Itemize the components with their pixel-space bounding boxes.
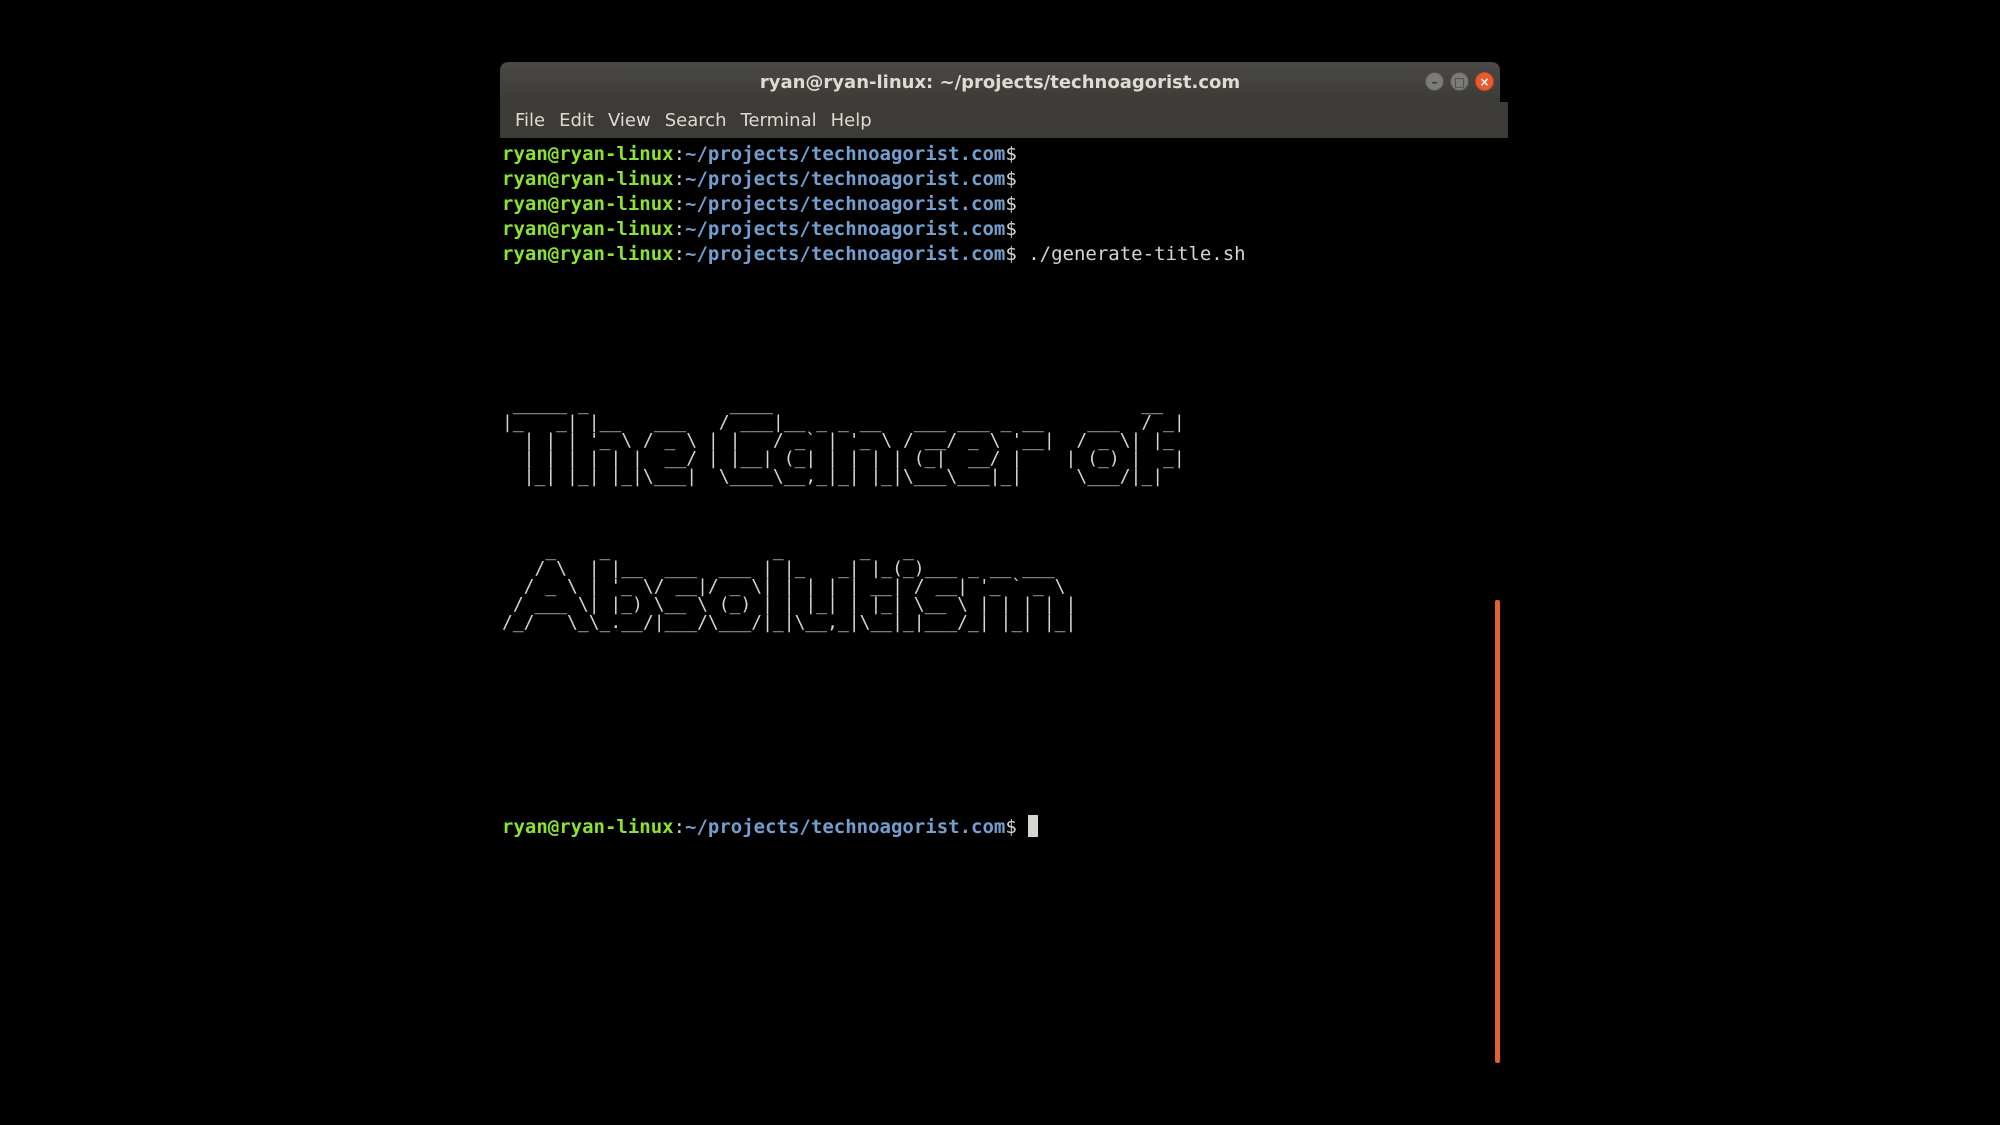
- prompt-path: ~/projects/technoagorist.com: [685, 218, 1006, 240]
- text-cursor: [1028, 815, 1039, 837]
- prompt-path: ~/projects/technoagorist.com: [685, 168, 1006, 190]
- prompt-user: ryan@ryan-linux: [502, 243, 674, 265]
- prompt-line: ryan@ryan-linux:~/projects/technoagorist…: [502, 192, 1017, 217]
- close-icon[interactable]: ×: [1475, 72, 1494, 91]
- minimize-icon[interactable]: –: [1425, 72, 1444, 91]
- menu-edit[interactable]: Edit: [552, 110, 601, 131]
- scrollbar-thumb[interactable]: [1495, 600, 1500, 1063]
- menu-help[interactable]: Help: [824, 110, 879, 131]
- window-controls: – □ ×: [1425, 72, 1494, 91]
- prompt-sign: $: [1005, 193, 1017, 215]
- ascii-subtitle: _ _ _ _ _ / \ | |__ ___ ___ | |_ _| |_(_…: [502, 542, 1087, 632]
- prompt-line: ryan@ryan-linux:~/projects/technoagorist…: [502, 167, 1017, 192]
- terminal-window: ryan@ryan-linux: ~/projects/technoagoris…: [500, 62, 1508, 1064]
- prompt-line: ryan@ryan-linux:~/projects/technoagorist…: [502, 217, 1017, 242]
- prompt-user: ryan@ryan-linux: [502, 143, 674, 165]
- prompt-path: ~/projects/technoagorist.com: [685, 143, 1006, 165]
- command-line: ryan@ryan-linux:~/projects/technoagorist…: [502, 242, 1246, 267]
- prompt-user: ryan@ryan-linux: [502, 168, 674, 190]
- prompt-separator: :: [673, 143, 686, 165]
- prompt-path: ~/projects/technoagorist.com: [685, 243, 1006, 265]
- terminal-output[interactable]: ryan@ryan-linux:~/projects/technoagorist…: [502, 142, 1482, 1062]
- menu-search[interactable]: Search: [658, 110, 734, 131]
- menu-file[interactable]: File: [508, 110, 552, 131]
- menu-terminal[interactable]: Terminal: [734, 110, 824, 131]
- prompt-user: ryan@ryan-linux: [502, 816, 674, 838]
- menu-bar: File Edit View Search Terminal Help: [500, 102, 1508, 138]
- active-prompt-line: ryan@ryan-linux:~/projects/technoagorist…: [502, 815, 1039, 840]
- prompt-path: ~/projects/technoagorist.com: [685, 816, 1006, 838]
- ascii-subtitle-line: /_/ \_\_.__/|___/\___/|_|\__,_|\__|_|___…: [502, 612, 1088, 633]
- prompt-line: ryan@ryan-linux:~/projects/technoagorist…: [502, 142, 1017, 167]
- maximize-icon[interactable]: □: [1450, 72, 1469, 91]
- prompt-sign: $: [1005, 816, 1017, 838]
- menu-view[interactable]: View: [601, 110, 658, 131]
- prompt-sign: $: [1005, 143, 1017, 165]
- title-bar[interactable]: ryan@ryan-linux: ~/projects/technoagoris…: [500, 62, 1500, 102]
- prompt-sign: $: [1005, 218, 1017, 240]
- command-text: ./generate-title.sh: [1016, 243, 1246, 265]
- prompt-user: ryan@ryan-linux: [502, 193, 674, 215]
- ascii-title-line: |_| |_| |_|\___| \____\__,_|_| |_|\___\_…: [502, 466, 1185, 487]
- prompt-separator: :: [673, 168, 686, 190]
- window-title: ryan@ryan-linux: ~/projects/technoagoris…: [759, 71, 1241, 93]
- ascii-title: _____ _ ____ __ |_ _| |__ ___ / ___|__ _…: [502, 396, 1185, 486]
- prompt-sign: $: [1005, 168, 1017, 190]
- prompt-user: ryan@ryan-linux: [502, 218, 674, 240]
- prompt-separator: :: [673, 816, 686, 838]
- prompt-sign: $: [1005, 243, 1017, 265]
- prompt-path: ~/projects/technoagorist.com: [685, 193, 1006, 215]
- prompt-separator: :: [673, 218, 686, 240]
- prompt-separator: :: [673, 193, 686, 215]
- prompt-separator: :: [673, 243, 686, 265]
